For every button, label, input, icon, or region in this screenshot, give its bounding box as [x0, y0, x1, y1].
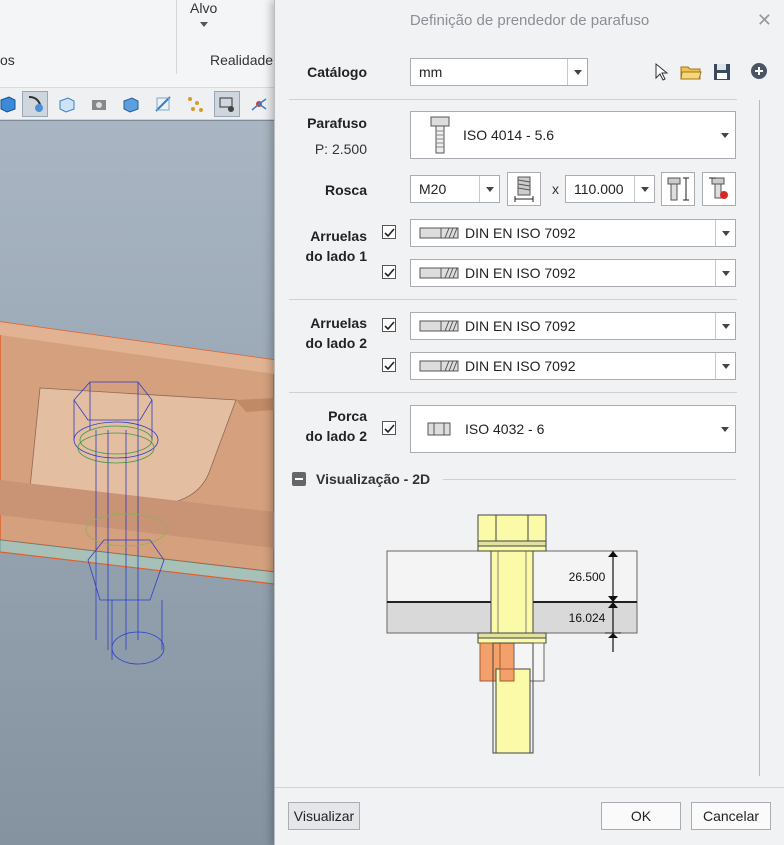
bolt-value: ISO 4014 - 5.6 — [463, 127, 555, 143]
bolt-label: Parafuso — [307, 115, 367, 131]
zoom-tool-icon[interactable] — [22, 91, 48, 117]
chevron-down-icon[interactable] — [479, 176, 499, 202]
ribbon-realidade-label: Realidade — [210, 52, 274, 68]
scrollbar[interactable] — [759, 100, 760, 776]
bolt-fastener-dialog: Definição de prendedor de parafuso ✕ Cat… — [274, 0, 784, 845]
washer-icon — [419, 267, 459, 279]
collapse-icon[interactable] — [292, 472, 306, 486]
washer1a-select[interactable]: DIN EN ISO 7092 — [410, 219, 736, 247]
chevron-down-icon[interactable] — [715, 220, 735, 246]
view-cube-icon[interactable] — [0, 91, 20, 117]
washer1b-select[interactable]: DIN EN ISO 7092 — [410, 259, 736, 287]
washers-side1-label-b: do lado 1 — [305, 248, 367, 264]
ok-button[interactable]: OK — [601, 802, 681, 830]
thread-label: Rosca — [324, 182, 367, 198]
dim-top-label: 26.500 — [569, 570, 606, 584]
nut-label-b: do lado 2 — [305, 428, 367, 444]
bolt-options-icon — [709, 177, 728, 199]
datum-display-icon[interactable] — [182, 91, 208, 117]
washer2b-checkbox[interactable] — [382, 358, 396, 372]
washers-side1-label-a: Arruelas — [310, 228, 367, 244]
ribbon-alvo-label[interactable]: Alvo — [190, 0, 217, 16]
catalog-select[interactable]: mm — [410, 58, 588, 86]
washer2b-value: DIN EN ISO 7092 — [465, 358, 576, 374]
preview-2d-drawing: 26.500 16.024 — [386, 514, 638, 754]
bolt-select[interactable]: ISO 4014 - 5.6 — [410, 111, 736, 159]
chevron-down-icon[interactable] — [567, 59, 587, 85]
footer-divider — [275, 787, 784, 788]
chevron-down-icon[interactable] — [715, 112, 735, 158]
ribbon-group-label: os — [0, 52, 15, 68]
nut-value: ISO 4032 - 6 — [465, 421, 545, 437]
open-folder-icon[interactable] — [680, 62, 702, 82]
chevron-down-icon[interactable] — [715, 406, 735, 452]
dialog-title: Definição de prendedor de parafuso — [409, 11, 650, 29]
divider — [289, 99, 737, 100]
bolt-pitch: P: 2.500 — [314, 141, 367, 157]
washer1b-value: DIN EN ISO 7092 — [465, 265, 576, 281]
chevron-down-icon[interactable] — [715, 353, 735, 379]
divider — [289, 299, 737, 300]
save-icon[interactable] — [712, 62, 732, 82]
washers-side2-label-a: Arruelas — [310, 315, 367, 331]
catalog-value: mm — [419, 64, 443, 80]
bolt-icon — [430, 116, 450, 154]
preview-section-label: Visualização - 2D — [316, 471, 431, 487]
chevron-down-icon[interactable] — [715, 260, 735, 286]
cancel-button[interactable]: Cancelar — [691, 802, 771, 830]
section-plane-icon[interactable] — [150, 91, 176, 117]
length-value: 110.000 — [574, 181, 624, 197]
washer2a-checkbox[interactable] — [382, 318, 396, 332]
preview-button[interactable]: Visualizar — [288, 802, 360, 830]
ribbon-separator — [176, 0, 177, 74]
washer1a-value: DIN EN ISO 7092 — [465, 225, 576, 241]
box-view-icon[interactable] — [54, 91, 80, 117]
times-sign: x — [552, 181, 559, 197]
catalog-label: Catálogo — [307, 64, 367, 80]
thread-length-button[interactable] — [507, 172, 541, 206]
dim-bottom-label: 16.024 — [569, 611, 606, 625]
thread-length-icon — [514, 176, 534, 202]
dialog-titlebar[interactable]: Definição de prendedor de parafuso ✕ — [275, 0, 784, 40]
chevron-down-icon[interactable] — [634, 176, 654, 202]
divider — [289, 392, 737, 393]
camera-icon[interactable] — [86, 91, 112, 117]
alvo-chevron-down-icon[interactable] — [200, 22, 208, 27]
nut-select[interactable]: ISO 4032 - 6 — [410, 405, 736, 453]
washer2a-value: DIN EN ISO 7092 — [465, 318, 576, 334]
washer2b-select[interactable]: DIN EN ISO 7092 — [410, 352, 736, 380]
chevron-down-icon[interactable] — [715, 313, 735, 339]
washer-icon — [419, 360, 459, 372]
annotation-display-icon[interactable] — [246, 91, 272, 117]
washer2a-select[interactable]: DIN EN ISO 7092 — [410, 312, 736, 340]
bolt-length-button[interactable] — [661, 172, 695, 206]
shading-icon[interactable] — [118, 91, 144, 117]
washer-icon — [419, 320, 459, 332]
nut-label-a: Porca — [328, 408, 367, 424]
divider — [443, 479, 736, 480]
view-manager-icon[interactable] — [214, 91, 240, 117]
close-icon[interactable]: ✕ — [757, 10, 772, 31]
add-icon[interactable] — [750, 62, 768, 80]
washer1a-checkbox[interactable] — [382, 225, 396, 239]
nut-checkbox[interactable] — [382, 421, 396, 435]
length-select[interactable]: 110.000 — [565, 175, 655, 203]
washers-side2-label-b: do lado 2 — [305, 335, 367, 351]
thread-size-select[interactable]: M20 — [410, 175, 500, 203]
select-pointer-icon[interactable] — [651, 62, 671, 82]
bolt-options-button[interactable] — [702, 172, 736, 206]
nut-icon — [427, 422, 451, 436]
bolt-length-icon — [667, 177, 689, 201]
washer-icon — [419, 227, 459, 239]
thread-size-value: M20 — [419, 181, 447, 197]
washer1b-checkbox[interactable] — [382, 265, 396, 279]
